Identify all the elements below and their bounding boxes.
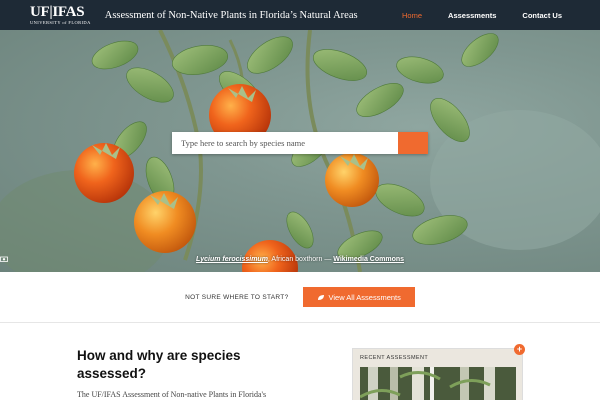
search-icon <box>172 132 182 142</box>
bamboo-image <box>360 367 516 400</box>
recent-assessment-label: RECENT ASSESSMENT <box>360 355 429 361</box>
site-title[interactable]: Assessment of Non-Native Plants in Flori… <box>105 10 358 21</box>
cta-section: NOT SURE WHERE TO START? View All Assess… <box>0 272 600 322</box>
uf-ifas-logo[interactable]: UF|IFAS UNIVERSITY of FLORIDA <box>30 3 91 26</box>
caption-source-link[interactable]: Wikimedia Commons <box>333 256 404 263</box>
hero-banner: Lycium ferocissimum, African boxthorn — … <box>0 30 600 272</box>
section-heading: How and why are species assessed? <box>77 348 241 381</box>
species-search <box>172 132 428 154</box>
view-all-assessments-button[interactable]: View All Assessments <box>302 287 415 307</box>
add-icon[interactable]: + <box>514 344 525 355</box>
caption-species-link[interactable]: Lycium ferocissimum <box>196 256 268 263</box>
image-caption: Lycium ferocissimum, African boxthorn — … <box>0 256 600 263</box>
section-divider <box>0 322 600 323</box>
recent-assessment-card[interactable]: RECENT ASSESSMENT <box>352 348 523 400</box>
top-navbar: UF|IFAS UNIVERSITY of FLORIDA Assessment… <box>0 0 600 30</box>
section-body-text: The UF/IFAS Assessment of Non-native Pla… <box>77 390 267 399</box>
logo-wordmark: UF|IFAS <box>30 3 85 20</box>
recent-assessment-image[interactable] <box>360 367 516 400</box>
logo-university: UNIVERSITY of FLORIDA <box>30 19 91 25</box>
view-all-assessments-label: View All Assessments <box>328 292 401 302</box>
camera-icon <box>0 256 8 262</box>
species-search-input[interactable] <box>172 132 398 154</box>
nav-assessments[interactable]: Assessments <box>448 11 496 20</box>
main-nav: Home Assessments Contact Us <box>376 11 562 20</box>
cta-prompt: NOT SURE WHERE TO START? <box>185 293 289 301</box>
search-button[interactable] <box>172 132 428 154</box>
nav-home[interactable]: Home <box>402 11 422 20</box>
caption-common-name: , African boxthorn — <box>267 256 334 263</box>
nav-contact-us[interactable]: Contact Us <box>522 11 562 20</box>
leaf-icon <box>317 294 324 300</box>
